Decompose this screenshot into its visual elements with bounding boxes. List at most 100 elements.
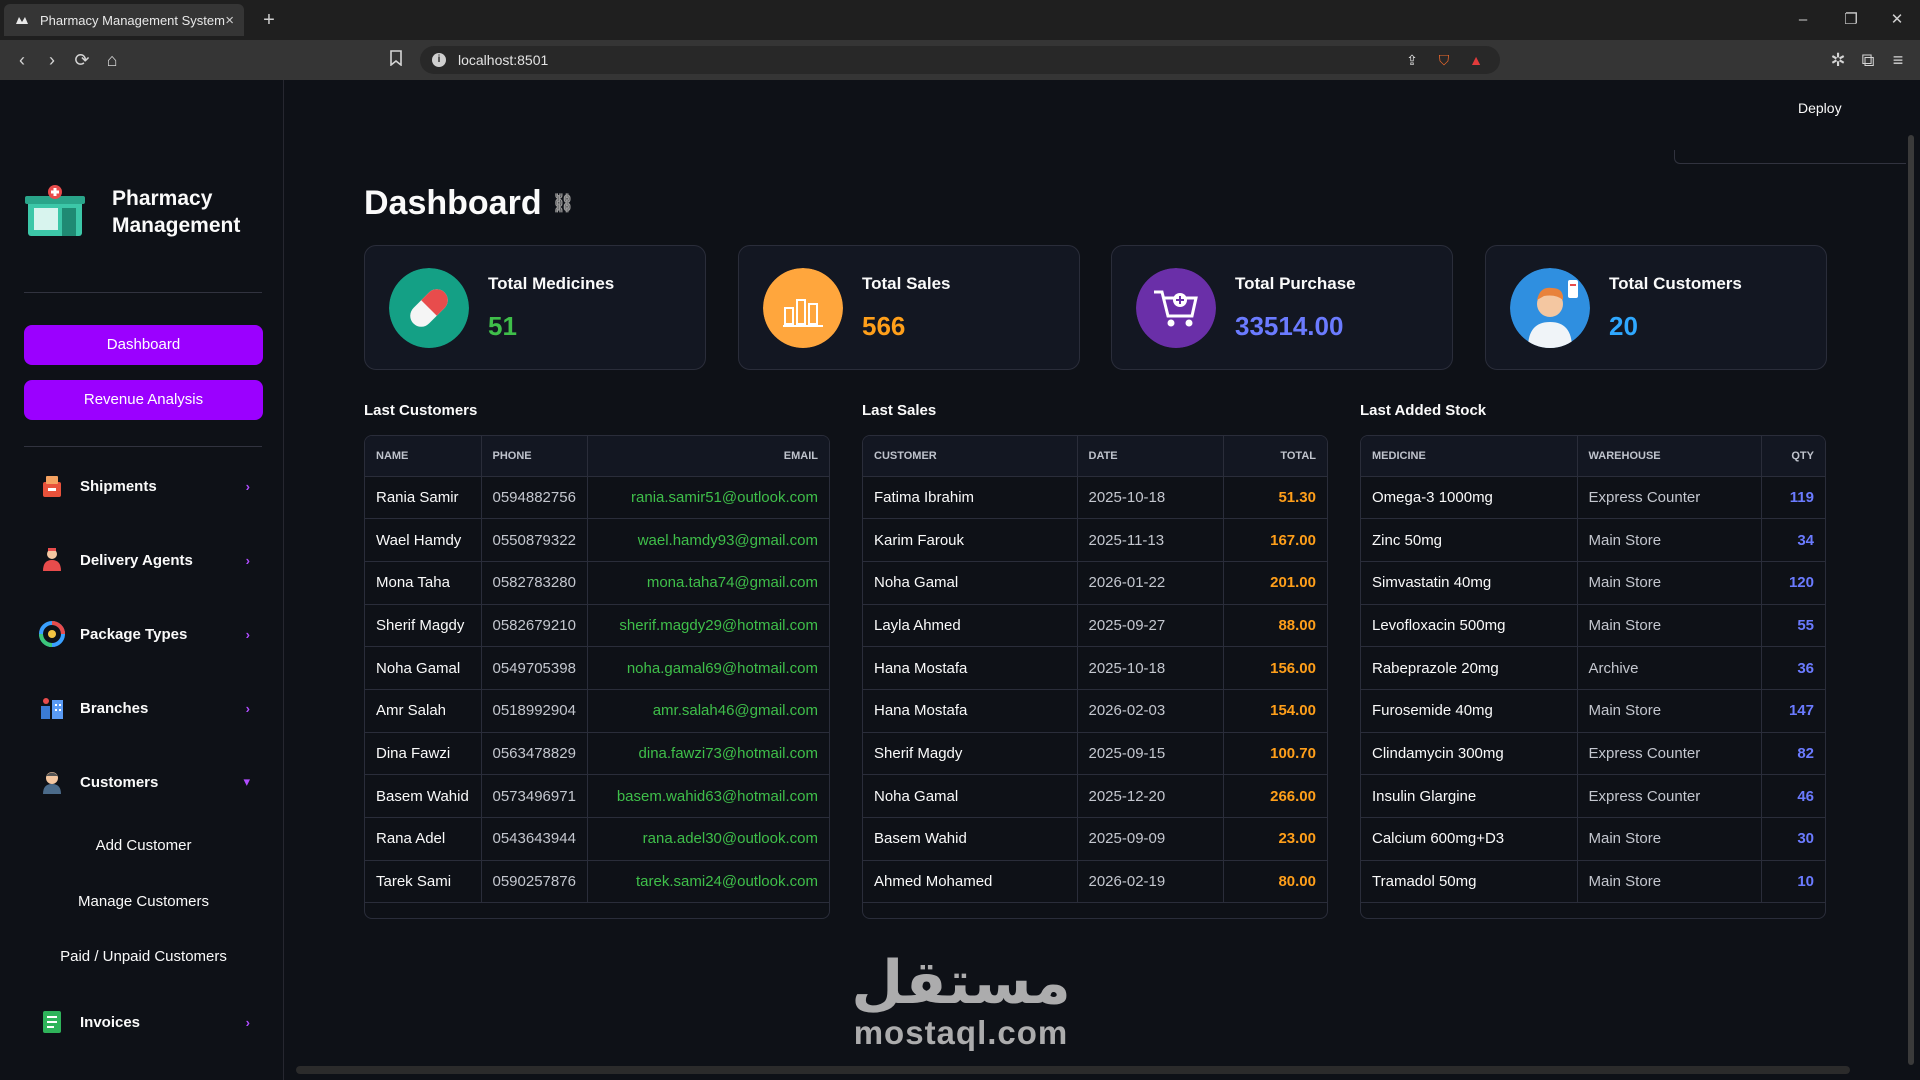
restore-button[interactable]: ❐ bbox=[1828, 0, 1874, 40]
table-cell: 2025-10-18 bbox=[1077, 646, 1224, 690]
table-cell: Calcium 600mg+D3 bbox=[1361, 817, 1578, 861]
menu-icon[interactable]: ≡ bbox=[1886, 48, 1910, 72]
table-cell: 2025-12-20 bbox=[1077, 774, 1224, 818]
address-bar[interactable]: i localhost:8501 ⇪ ⛉ ▲ bbox=[420, 46, 1500, 74]
column-header[interactable]: TOTAL bbox=[1223, 436, 1327, 477]
sidebar-item-shipments[interactable]: Shipments › bbox=[38, 470, 250, 502]
card-total-purchase: Total Purchase 33514.00 bbox=[1111, 245, 1453, 370]
chevron-right-icon: › bbox=[245, 626, 250, 642]
sidebar-item-label: Package Types bbox=[80, 625, 188, 643]
table-cell: 0590257876 bbox=[481, 860, 588, 904]
table-row[interactable]: Clindamycin 300mg Express Counter 82 bbox=[1361, 732, 1825, 776]
sidebar-item-invoices[interactable]: Invoices › bbox=[38, 1006, 250, 1038]
share-icon[interactable]: ⇪ bbox=[1400, 52, 1424, 69]
anchor-link-icon[interactable]: ⛓ bbox=[552, 193, 575, 214]
card-total-customers: Total Customers 20 bbox=[1485, 245, 1827, 370]
reload-icon[interactable]: ⟳ bbox=[70, 48, 94, 72]
horizontal-scrollbar[interactable] bbox=[296, 1066, 1850, 1074]
table-row[interactable]: Rabeprazole 20mg Archive 36 bbox=[1361, 646, 1825, 690]
column-header[interactable]: QTY bbox=[1761, 436, 1825, 477]
column-header[interactable]: DATE bbox=[1077, 436, 1224, 477]
table-row[interactable]: Furosemide 40mg Main Store 147 bbox=[1361, 689, 1825, 733]
table-row[interactable]: Levofloxacin 500mg Main Store 55 bbox=[1361, 604, 1825, 648]
shipment-box-icon bbox=[43, 476, 61, 497]
table-row[interactable]: Wael Hamdy 0550879322 wael.hamdy93@gmail.c… bbox=[365, 518, 829, 562]
new-tab-button[interactable]: + bbox=[256, 7, 282, 33]
table-cell: Noha Gamal bbox=[365, 646, 482, 690]
table-row[interactable]: Layla Ahmed 2025-09-27 88.00 bbox=[863, 604, 1327, 648]
table-row[interactable]: Zinc 50mg Main Store 34 bbox=[1361, 518, 1825, 562]
close-tab-icon[interactable]: × bbox=[225, 12, 234, 29]
back-icon[interactable]: ‹ bbox=[10, 48, 34, 72]
dashboard-button[interactable]: Dashboard bbox=[24, 325, 263, 365]
sidebar-subitem-paid-unpaid-customers[interactable]: Paid / Unpaid Customers bbox=[24, 948, 263, 965]
table-row[interactable]: Calcium 600mg+D3 Main Store 30 bbox=[1361, 817, 1825, 861]
table-cell: Furosemide 40mg bbox=[1361, 689, 1578, 733]
table-row[interactable]: Tramadol 50mg Main Store 10 bbox=[1361, 860, 1825, 904]
table-row[interactable]: Rania Samir 0594882756 rania.samir51@outlo… bbox=[365, 476, 829, 520]
column-header[interactable]: PHONE bbox=[481, 436, 588, 477]
sidebar-item-delivery-agents[interactable]: Delivery Agents › bbox=[38, 544, 250, 576]
last-sales-table: CUSTOMER DATE TOTAL Fatima Ibrahim 2025-1… bbox=[862, 435, 1328, 919]
sales-chart-icon bbox=[763, 268, 843, 348]
sidebar-subitem-add-customer[interactable]: Add Customer bbox=[24, 837, 263, 854]
table-row[interactable]: Hana Mostafa 2025-10-18 156.00 bbox=[863, 646, 1327, 690]
table-cell: 119 bbox=[1761, 476, 1825, 520]
table-cell: Karim Farouk bbox=[863, 518, 1078, 562]
column-header[interactable]: MEDICINE bbox=[1361, 436, 1578, 477]
brave-shield-icon[interactable]: ⛉ bbox=[1432, 52, 1456, 69]
table-row[interactable]: Basem Wahid 2025-09-09 23.00 bbox=[863, 817, 1327, 861]
table-row[interactable]: Sherif Magdy 2025-09-15 100.70 bbox=[863, 732, 1327, 776]
table-cell: 80.00 bbox=[1223, 860, 1327, 904]
table-row[interactable]: Tarek Sami 0590257876 tarek.sami24@outlook… bbox=[365, 860, 829, 904]
table-row[interactable]: Simvastatin 40mg Main Store 120 bbox=[1361, 561, 1825, 605]
table-row[interactable]: Omega-3 1000mg Express Counter 119 bbox=[1361, 476, 1825, 520]
table-row[interactable]: Noha Gamal 0549705398 noha.gamal69@hotmail… bbox=[365, 646, 829, 690]
table-cell: Mona Taha bbox=[365, 561, 482, 605]
table-row[interactable]: Sherif Magdy 0582679210 sherif.magdy29@hot… bbox=[365, 604, 829, 648]
sidebar-item-customers[interactable]: Customers ▾ bbox=[38, 766, 250, 798]
table-row[interactable]: Basem Wahid 0573496971 basem.wahid63@hotma… bbox=[365, 774, 829, 818]
table-cell: Insulin Glargine bbox=[1361, 774, 1578, 818]
bookmark-icon[interactable] bbox=[384, 48, 408, 72]
column-header[interactable]: NAME bbox=[365, 436, 482, 477]
table-row[interactable]: Mona Taha 0582783280 mona.taha74@gmail.com bbox=[365, 561, 829, 605]
table-row[interactable]: Hana Mostafa 2026-02-03 154.00 bbox=[863, 689, 1327, 733]
table-row[interactable]: Rana Adel 0543643944 rana.adel30@outlook.c… bbox=[365, 817, 829, 861]
table-row[interactable]: Insulin Glargine Express Counter 46 bbox=[1361, 774, 1825, 818]
table-row[interactable]: Noha Gamal 2025-12-20 266.00 bbox=[863, 774, 1327, 818]
column-header[interactable]: EMAIL bbox=[587, 436, 829, 477]
table-row[interactable]: Ahmed Mohamed 2026-02-19 80.00 bbox=[863, 860, 1327, 904]
table-row[interactable]: Noha Gamal 2026-01-22 201.00 bbox=[863, 561, 1327, 605]
sidebar-divider bbox=[24, 446, 262, 447]
table-cell: Express Counter bbox=[1577, 774, 1762, 818]
home-icon[interactable]: ⌂ bbox=[100, 48, 124, 72]
table-row[interactable]: Dina Fawzi 0563478829 dina.fawzi73@hotmail… bbox=[365, 732, 829, 776]
table-cell: rana.adel30@outlook.com bbox=[587, 817, 829, 861]
brave-rewards-icon[interactable]: ▲ bbox=[1464, 52, 1488, 68]
sidebar-item-branches[interactable]: Branches › bbox=[38, 692, 250, 724]
minimize-button[interactable]: – bbox=[1780, 0, 1826, 40]
table-row[interactable]: Fatima Ibrahim 2025-10-18 51.30 bbox=[863, 476, 1327, 520]
site-info-icon[interactable]: i bbox=[432, 53, 446, 67]
column-header[interactable]: CUSTOMER bbox=[863, 436, 1078, 477]
forward-icon[interactable]: › bbox=[40, 48, 64, 72]
sidebar-subitem-manage-customers[interactable]: Manage Customers bbox=[24, 893, 263, 910]
extensions-icon[interactable]: ⧉ bbox=[1856, 48, 1880, 72]
browser-tab[interactable]: Pharmacy Management System × bbox=[4, 4, 244, 36]
revenue-analysis-button[interactable]: Revenue Analysis bbox=[24, 380, 263, 420]
vertical-scrollbar[interactable] bbox=[1908, 135, 1914, 1065]
close-window-button[interactable]: ✕ bbox=[1874, 0, 1920, 40]
column-header[interactable]: WAREHOUSE bbox=[1577, 436, 1762, 477]
table-cell: 266.00 bbox=[1223, 774, 1327, 818]
table-cell: 0518992904 bbox=[481, 689, 588, 733]
table-cell: 55 bbox=[1761, 604, 1825, 648]
sidebar-item-package-types[interactable]: Package Types › bbox=[38, 618, 250, 650]
wallet-icon[interactable]: ✲ bbox=[1826, 48, 1850, 72]
deploy-button[interactable]: Deploy bbox=[1798, 100, 1842, 116]
section-title-last-sales: Last Sales bbox=[862, 402, 937, 419]
table-row[interactable]: Karim Farouk 2025-11-13 167.00 bbox=[863, 518, 1327, 562]
table-row[interactable]: Amr Salah 0518992904 amr.salah46@gmail.com bbox=[365, 689, 829, 733]
table-cell: 0549705398 bbox=[481, 646, 588, 690]
table-cell: 82 bbox=[1761, 732, 1825, 776]
